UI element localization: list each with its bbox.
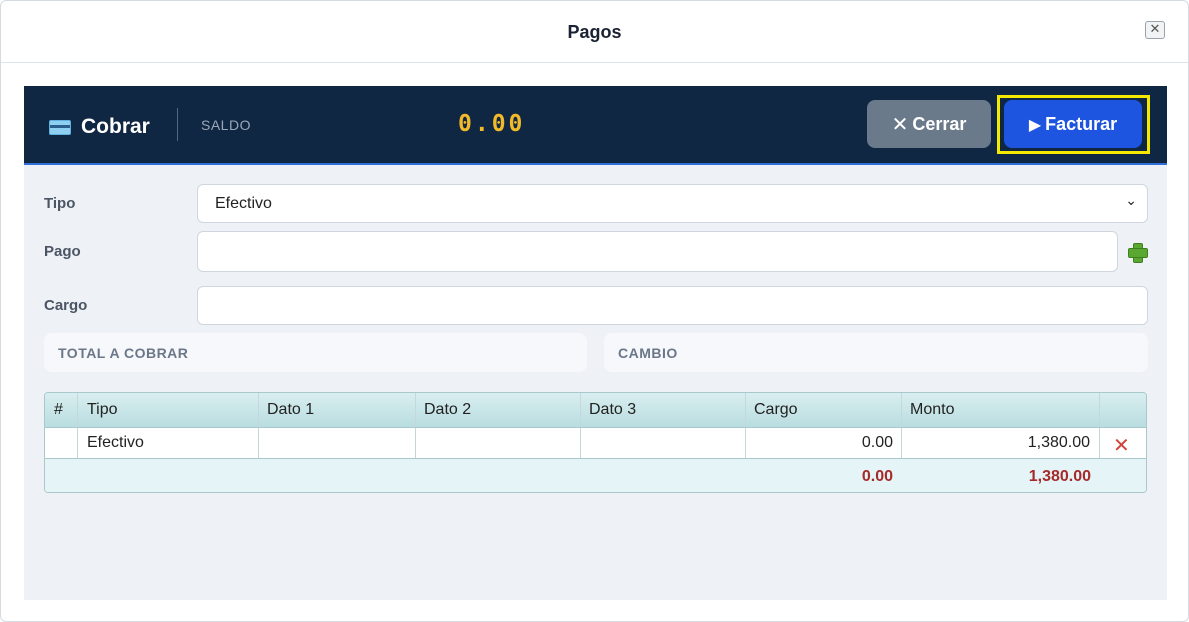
pago-input[interactable] xyxy=(197,231,1118,272)
column-header: Dato 3 xyxy=(581,393,746,427)
cambio-box: CAMBIO xyxy=(604,333,1148,372)
close-icon: ✕ xyxy=(891,112,909,136)
tipo-select-value: Efectivo xyxy=(215,195,272,212)
dialog-header: Pagos ✕ xyxy=(1,1,1188,63)
column-header: # xyxy=(45,393,78,427)
column-header: Cargo xyxy=(746,393,902,427)
credit-card-icon xyxy=(49,120,71,135)
play-icon: ▶ xyxy=(1028,114,1042,134)
cargo-label: Cargo xyxy=(44,297,88,314)
column-header: Monto xyxy=(902,393,1100,427)
total-monto: 1,380.00 xyxy=(1028,468,1091,485)
cargo-input[interactable] xyxy=(197,286,1148,325)
row-monto: 1,380.00 xyxy=(902,428,1100,458)
tipo-label: Tipo xyxy=(44,195,76,212)
column-header: Dato 1 xyxy=(259,393,416,427)
total-a-cobrar-label: TOTAL A COBRAR xyxy=(58,345,189,361)
row-num xyxy=(45,428,78,458)
pago-label: Pago xyxy=(44,243,81,260)
table-totals-row: 0.00 1,380.00 xyxy=(45,459,1146,492)
payments-dialog: Pagos ✕ Cobrar SALDO 0.00 ✕ Cerrar ▶ Fac… xyxy=(0,0,1189,622)
cobrar-header-bar: Cobrar SALDO 0.00 ✕ Cerrar ▶ Facturar xyxy=(24,86,1167,165)
column-header: Tipo xyxy=(78,393,259,427)
total-a-cobrar-box: TOTAL A COBRAR xyxy=(44,333,587,372)
table-row: Efectivo 0.00 1,380.00 ✕ xyxy=(45,428,1146,459)
row-dato3 xyxy=(581,428,746,458)
cobrar-panel: Cobrar SALDO 0.00 ✕ Cerrar ▶ Facturar Ti… xyxy=(24,86,1167,600)
delete-row-icon[interactable]: ✕ xyxy=(1113,433,1130,457)
table-header: # Tipo Dato 1 Dato 2 Dato 3 Cargo Monto xyxy=(45,393,1146,428)
cerrar-button[interactable]: ✕ Cerrar xyxy=(867,100,991,148)
column-header: Dato 2 xyxy=(416,393,581,427)
close-icon[interactable]: ✕ xyxy=(1145,21,1165,39)
row-dato1 xyxy=(259,428,416,458)
saldo-label: SALDO xyxy=(201,117,251,133)
dialog-title: Pagos xyxy=(567,22,622,42)
facturar-label: Facturar xyxy=(1045,113,1118,134)
row-cargo: 0.00 xyxy=(746,428,902,458)
facturar-button[interactable]: ▶ Facturar xyxy=(1004,100,1142,148)
cerrar-label: Cerrar xyxy=(912,113,967,134)
row-tipo: Efectivo xyxy=(78,428,259,458)
chevron-down-icon: ⌄ xyxy=(1125,193,1137,209)
add-payment-icon[interactable] xyxy=(1127,242,1148,263)
cambio-label: CAMBIO xyxy=(618,345,678,361)
tipo-select[interactable]: Efectivo ⌄ xyxy=(197,184,1148,223)
divider xyxy=(177,108,178,141)
total-cargo: 0.00 xyxy=(861,468,893,485)
saldo-value: 0.00 xyxy=(458,111,526,137)
payments-table: # Tipo Dato 1 Dato 2 Dato 3 Cargo Monto … xyxy=(44,392,1147,493)
cobrar-title: Cobrar xyxy=(81,115,150,138)
row-dato2 xyxy=(416,428,581,458)
